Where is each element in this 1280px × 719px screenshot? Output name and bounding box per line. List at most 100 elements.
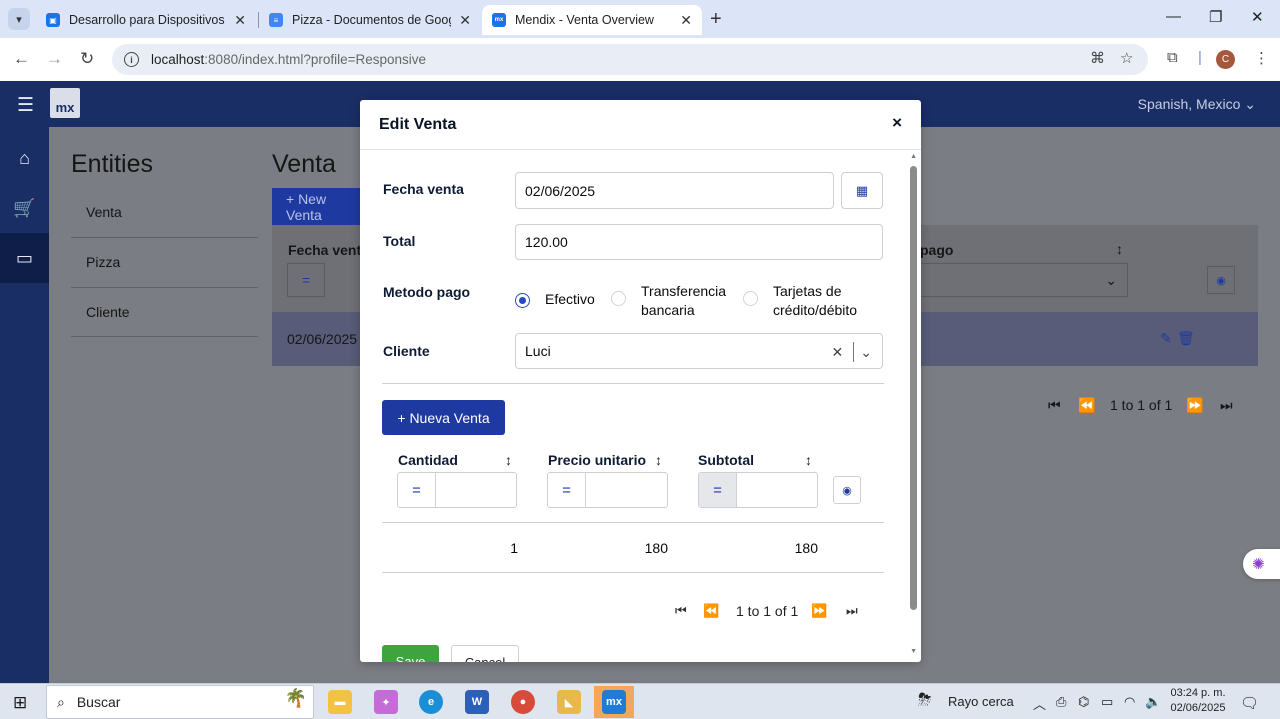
entity-link-pizza[interactable]: Pizza	[86, 254, 120, 270]
col-precio-unitario[interactable]: Precio unitario	[548, 452, 646, 468]
weather-label[interactable]: Rayo cerca	[948, 694, 1014, 709]
sort-icon[interactable]: ↕	[1116, 241, 1123, 257]
bookmark-star-icon[interactable]: ☆	[1120, 49, 1133, 67]
trash-icon[interactable]: 🗑	[1177, 330, 1195, 347]
tab-mendix-venta[interactable]: mx Mendix - Venta Overview ✕	[482, 5, 702, 35]
copilot-icon[interactable]: ✦	[366, 686, 406, 718]
reload-icon[interactable]: ↻	[80, 49, 94, 69]
cart-icon[interactable]: 🛒	[0, 183, 49, 233]
last-page-icon[interactable]: ⏭	[1220, 397, 1233, 414]
close-tab-icon[interactable]: ✕	[680, 12, 692, 29]
prev-page-icon[interactable]: ⏪	[1078, 397, 1095, 414]
edge-icon[interactable]: e	[411, 686, 451, 718]
radio-efectivo[interactable]: Efectivo	[515, 291, 595, 308]
battery-icon[interactable]: ▭	[1101, 694, 1113, 710]
home-icon[interactable]: ⌂	[0, 133, 49, 183]
calendar-button[interactable]: ▦	[841, 172, 883, 209]
entity-link-cliente[interactable]: Cliente	[86, 304, 130, 320]
tab-search-icon[interactable]: ▾	[8, 8, 30, 30]
sort-icon[interactable]: ↕	[655, 452, 662, 468]
prev-page-icon[interactable]: ⏪	[703, 603, 719, 619]
edit-pencil-icon[interactable]: ✎	[1160, 330, 1172, 347]
sort-icon[interactable]: ↕	[805, 452, 812, 468]
url-field[interactable]: i localhost:8080/index.html?profile=Resp…	[112, 44, 1148, 75]
filter-equals-icon[interactable]: =	[287, 263, 325, 297]
entity-link-venta[interactable]: Venta	[86, 204, 122, 220]
total-input[interactable]: 120.00	[515, 224, 883, 260]
radio-tarjetas[interactable]: Tarjetas de crédito/débito	[743, 282, 857, 320]
scrollbar-thumb[interactable]	[910, 166, 917, 610]
first-page-icon[interactable]: ⏮	[1048, 397, 1061, 414]
chevron-down-icon[interactable]: ⌄	[860, 344, 872, 361]
hamburger-icon[interactable]: ☰	[17, 94, 34, 117]
extensions-icon[interactable]: ⧉	[1167, 49, 1178, 66]
chevron-up-icon[interactable]: ︿	[1033, 694, 1046, 713]
cell-subtotal: 180	[794, 540, 818, 556]
minimize-icon[interactable]: —	[1166, 8, 1181, 25]
wallet-icon[interactable]: ▭	[0, 233, 49, 283]
pago-filter-dropdown[interactable]: ⌄	[920, 263, 1128, 297]
cliente-label: Cliente	[383, 343, 430, 359]
next-page-icon[interactable]: ⏩	[811, 603, 827, 619]
page-title: Venta	[272, 150, 336, 178]
first-page-icon[interactable]: ⏮	[675, 603, 687, 619]
assistant-brain-icon[interactable]: ✺	[1243, 549, 1280, 579]
tab-desarrollo[interactable]: ▣ Desarrollo para Dispositivos Int ✕	[36, 5, 256, 35]
filter-equals-icon[interactable]: =	[398, 473, 436, 507]
tab-pizza-doc[interactable]: ≡ Pizza - Documentos de Google ✕	[259, 5, 481, 35]
new-venta-button[interactable]: + New Venta	[272, 188, 362, 225]
cancel-button[interactable]: Cancel	[451, 645, 519, 662]
filter-equals-icon[interactable]: =	[548, 473, 586, 507]
translate-icon[interactable]: ⌘	[1090, 49, 1105, 67]
wifi-icon[interactable]: ◠	[1124, 694, 1135, 710]
save-button[interactable]: Save	[382, 645, 439, 662]
new-tab-button[interactable]: +	[710, 8, 722, 31]
word-icon[interactable]: W	[457, 686, 497, 718]
pager-label: 1 to 1 of 1	[736, 603, 799, 619]
file-explorer-icon[interactable]: ▬	[320, 686, 360, 718]
android-studio-icon[interactable]: ◣	[549, 686, 589, 718]
speaker-icon[interactable]: 🔈	[1145, 694, 1161, 710]
bluetooth-icon[interactable]: ⌬	[1078, 694, 1089, 710]
mendix-studio-icon[interactable]: mx	[594, 686, 634, 718]
profile-avatar[interactable]: C	[1216, 50, 1235, 69]
fecha-venta-input[interactable]: 02/06/2025	[515, 172, 834, 209]
radio-unchecked-icon	[611, 291, 626, 306]
site-info-icon[interactable]: i	[124, 52, 139, 67]
cliente-combobox[interactable]: Luci ✕ ⌄	[515, 333, 883, 369]
close-tab-icon[interactable]: ✕	[234, 12, 246, 29]
last-page-icon[interactable]: ⏭	[846, 603, 858, 619]
radio-checked-icon	[515, 293, 530, 308]
storm-weather-icon[interactable]: ⛈	[918, 690, 932, 710]
cantidad-filter[interactable]: =	[397, 472, 517, 508]
eye-icon[interactable]: ◉	[1207, 266, 1235, 294]
close-icon[interactable]: ×	[892, 113, 902, 133]
notifications-icon[interactable]: 🗨	[1240, 694, 1259, 712]
close-window-icon[interactable]: ✕	[1251, 8, 1264, 26]
filter-equals-icon[interactable]: =	[699, 473, 737, 507]
next-page-icon[interactable]: ⏩	[1186, 397, 1203, 414]
col-subtotal[interactable]: Subtotal	[698, 452, 754, 468]
chrome-icon[interactable]: ●	[503, 686, 543, 718]
clear-icon[interactable]: ✕	[832, 344, 844, 361]
column-visibility-button[interactable]: ◉	[833, 476, 861, 504]
scroll-up-icon[interactable]: ▲	[910, 153, 917, 160]
menu-icon[interactable]: ⋮	[1254, 49, 1269, 67]
windows-start-icon[interactable]: ⊞	[13, 693, 27, 713]
col-cantidad[interactable]: Cantidad	[398, 452, 458, 468]
forward-icon[interactable]: →	[46, 49, 63, 69]
back-icon[interactable]: ←	[13, 49, 30, 69]
nueva-venta-button[interactable]: + Nueva Venta	[382, 400, 505, 435]
radio-transferencia[interactable]: Transferencia bancaria	[611, 282, 726, 320]
close-tab-icon[interactable]: ✕	[459, 12, 471, 29]
subtotal-filter[interactable]: =	[698, 472, 818, 508]
scroll-down-icon[interactable]: ▼	[910, 648, 917, 655]
meet-now-icon[interactable]: ⎙	[1056, 694, 1066, 710]
precio-filter[interactable]: =	[547, 472, 668, 508]
dialog-header: Edit Venta ×	[360, 100, 921, 150]
sort-icon[interactable]: ↕	[505, 452, 512, 468]
language-selector[interactable]: Spanish, Mexico ⌄	[1138, 96, 1256, 113]
system-clock[interactable]: 03:24 p. m. 02/06/2025	[1166, 686, 1230, 716]
restore-icon[interactable]: ❐	[1209, 8, 1222, 26]
taskbar-search-input[interactable]: ⌕ Buscar 🌴	[46, 685, 314, 719]
